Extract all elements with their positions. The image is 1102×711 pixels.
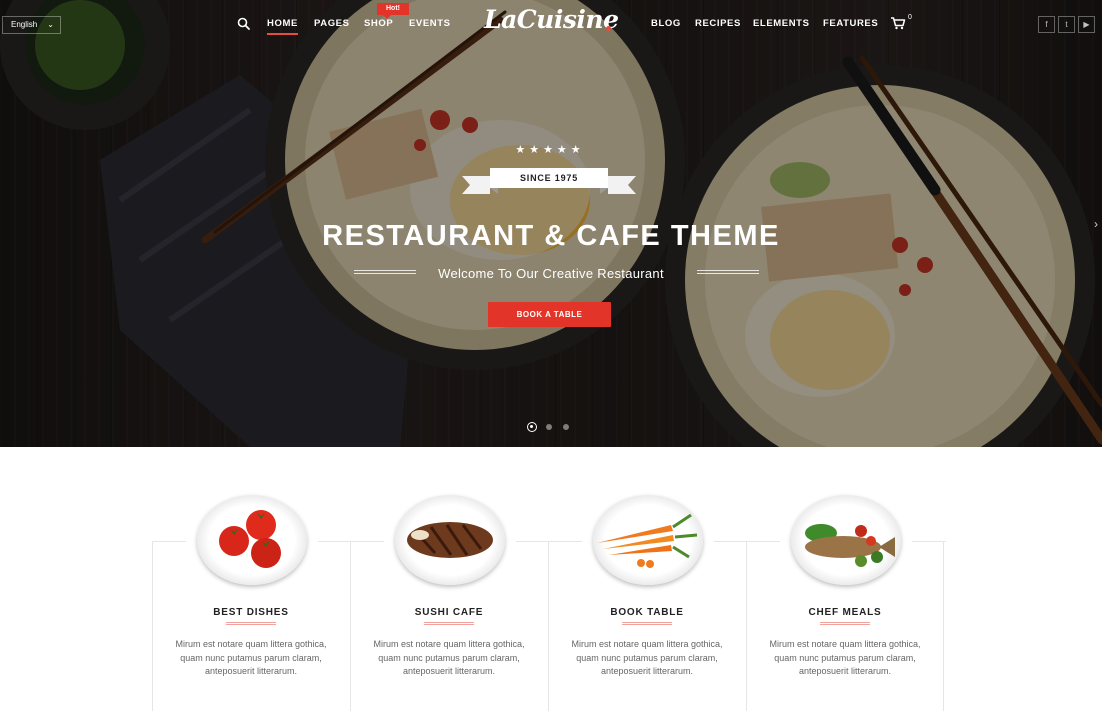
nav-blog[interactable]: BLOG [651, 18, 681, 29]
card-rule [424, 622, 474, 625]
nav-features[interactable]: FEATURES [823, 18, 878, 29]
card-text-best-dishes: Mirum est notare quam littera gothica, q… [175, 639, 327, 676]
cart-icon[interactable] [890, 16, 906, 30]
steak-plate-image [395, 495, 505, 585]
search-icon[interactable] [237, 17, 251, 31]
card-title-book-table: BOOK TABLE [610, 607, 684, 618]
nav-pages[interactable]: PAGES [314, 18, 350, 29]
subtitle-line-right [697, 270, 759, 274]
nav-shop[interactable]: SHOP [364, 18, 393, 29]
tomato-plate-image [197, 495, 307, 585]
slider-next-icon[interactable]: › [1094, 217, 1098, 231]
card-text-sushi-cafe: Mirum est notare quam littera gothica, q… [373, 639, 525, 676]
card-title-chef-meals: CHEF MEALS [808, 607, 882, 618]
twitter-icon[interactable]: t [1058, 16, 1075, 33]
nav-home[interactable]: HOME [267, 18, 298, 35]
card-text-chef-meals: Mirum est notare quam littera gothica, q… [769, 639, 921, 676]
logo-dot [606, 26, 611, 31]
card-rule [622, 622, 672, 625]
fish-plate-image [791, 495, 901, 585]
card-rule [226, 622, 276, 625]
slider-dot-3[interactable] [563, 424, 569, 430]
rating-stars: ★★★★★ [515, 144, 585, 156]
nav-events[interactable]: EVENTS [409, 18, 451, 29]
chevron-down-icon: ⌄ [47, 20, 54, 29]
nav-elements[interactable]: ELEMENTS [753, 18, 810, 29]
nav-recipes[interactable]: RECIPES [695, 18, 741, 29]
cart-count: 0 [908, 14, 912, 21]
since-label: SINCE 1975 [519, 173, 579, 183]
slider-dot-1[interactable] [527, 422, 537, 432]
card-rule [820, 622, 870, 625]
slider-dot-2[interactable] [546, 424, 552, 430]
book-table-button[interactable]: BOOK A TABLE [488, 302, 611, 327]
youtube-icon[interactable]: ▶ [1078, 16, 1095, 33]
card-title-best-dishes: BEST DISHES [213, 607, 289, 618]
card-text-book-table: Mirum est notare quam littera gothica, q… [571, 639, 723, 676]
facebook-icon[interactable]: f [1038, 16, 1055, 33]
hot-badge: Hot! [377, 3, 409, 19]
hero-subtitle: Welcome To Our Creative Restaurant [438, 266, 664, 281]
language-select[interactable]: English ⌄ [2, 16, 61, 34]
language-label: English [11, 20, 38, 29]
hero-title: RESTAURANT & CAFE THEME [322, 220, 780, 252]
card-title-sushi-cafe: SUSHI CAFE [414, 607, 484, 618]
carrot-plate-image [593, 495, 703, 585]
site-logo[interactable]: LaCuisine [484, 5, 619, 34]
